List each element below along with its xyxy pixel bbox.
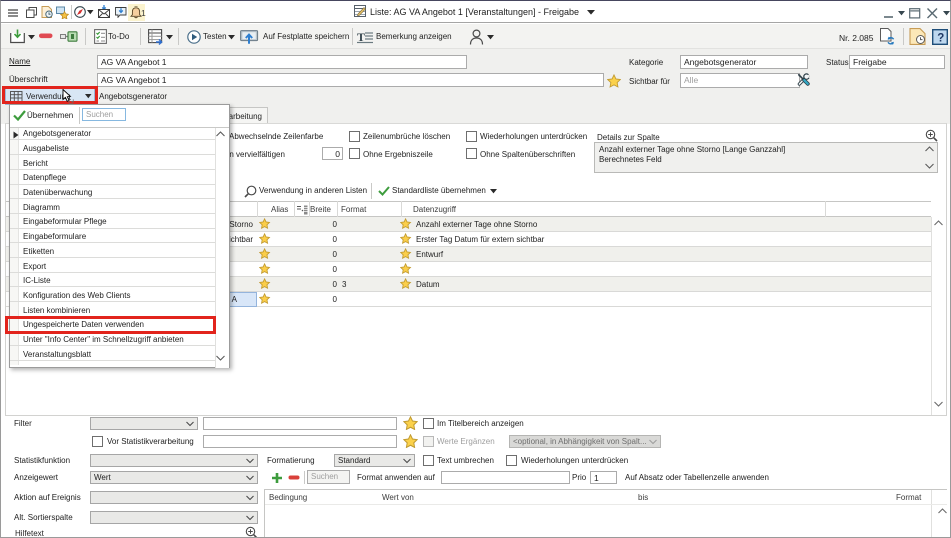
svg-text:?: ? xyxy=(937,32,944,44)
